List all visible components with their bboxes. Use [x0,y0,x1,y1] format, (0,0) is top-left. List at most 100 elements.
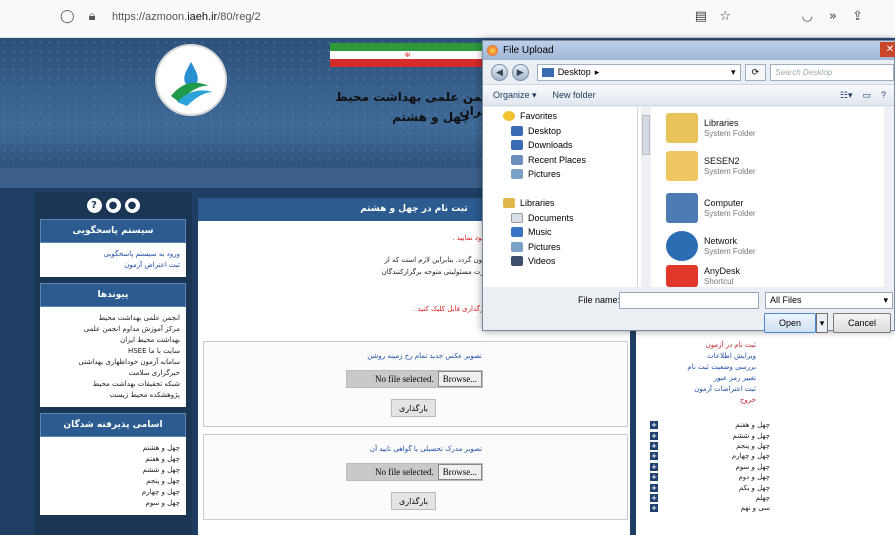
help-circle-icon[interactable]: ? [86,198,102,213]
list-item[interactable]: چهل و پنجم + [650,441,770,451]
scroll-thumb[interactable] [642,115,650,155]
address-dropdown-icon[interactable]: ▾ [731,67,740,78]
upload-button[interactable]: بارگذاری [391,492,436,510]
user-menu-item[interactable]: ویرایش اطلاعات [636,351,756,362]
plus-icon[interactable]: + [650,421,658,430]
nav-scrollbar[interactable] [641,107,651,287]
sidebar-link[interactable]: چهل و هشتم [42,443,180,454]
nav-item[interactable]: Libraries [483,196,637,211]
nav-item[interactable]: Desktop [483,124,637,139]
list-item[interactable]: چهل و چهارم + [650,451,770,461]
file-item[interactable]: Computer System Folder [666,193,756,223]
plus-icon[interactable]: + [650,462,658,471]
sidebar-link[interactable]: خبرگزاری سلامت [42,368,180,379]
libraries-icon [503,198,515,209]
user-menu-item[interactable]: بررسی وضعیت ثبت نام [636,362,756,373]
forward-arrow-icon[interactable]: ▶ [511,63,529,81]
file-input[interactable]: No file selected. Browse... [346,370,483,388]
address-bar[interactable]: https://azmoon.iaeh.ir/80/reg/2 [112,11,261,23]
sidebar-link[interactable]: ورود به سیستم پاسخگویی [42,249,180,260]
plus-icon[interactable]: + [650,493,658,502]
nav-item[interactable]: Music [483,225,637,240]
dialog-titlebar[interactable]: File Upload ✕ [483,41,895,60]
file-item[interactable]: Network System Folder [666,231,756,261]
cancel-button[interactable]: Cancel [833,313,891,333]
list-item[interactable]: چهل و یکم + [650,482,770,492]
nav-item[interactable]: Pictures [483,167,637,182]
close-icon[interactable]: ✕ [880,42,895,57]
list-item[interactable]: چهل و ششم + [650,430,770,440]
list-item[interactable]: چهل و دوم + [650,472,770,482]
file-name-input[interactable] [619,292,759,309]
refresh-icon[interactable]: ⟳ [744,63,767,81]
sidebar-link[interactable]: ثبت اعتراض آزمون [42,260,180,271]
list-item[interactable]: سی و نهم + [650,503,770,513]
reader-view-icon[interactable]: ▤ [695,9,707,24]
files-scrollbar[interactable] [884,107,894,287]
file-input[interactable]: No file selected. Browse... [346,463,483,481]
sidebar-link[interactable]: چهل و ششم [42,465,180,476]
stop-circle-icon[interactable]: ● [105,198,121,213]
sidebar-link[interactable]: سایت با ما HSEE [42,346,180,357]
sidebar-link[interactable]: سامانه آزمون خوداظهاری بهداشتی [42,357,181,368]
file-item[interactable]: Libraries System Folder [666,113,756,143]
back-arrow-icon[interactable]: ◀ [491,63,508,81]
nav-item[interactable]: Videos [483,254,637,269]
sidebar-link[interactable]: پژوهشکده محیط زیست [42,390,180,401]
share-icon[interactable]: ⇪ [852,9,863,24]
nav-item[interactable]: Recent Places [483,153,637,168]
tracking-shield-icon[interactable]: ◯ [60,9,75,24]
sidebar-link[interactable]: چهل و هفتم [42,454,180,465]
file-type-select[interactable]: All Files ▾ [765,292,893,309]
dialog-footer: File name: All Files ▾ Open ▾ Cancel [483,289,894,333]
open-options-icon[interactable]: ▾ [816,313,828,333]
plus-icon[interactable]: + [650,483,658,492]
new-folder-button[interactable]: New folder [553,90,596,100]
preview-pane-icon[interactable]: ▭ [862,90,871,101]
user-menu-item[interactable]: خروج [636,395,756,406]
search-input[interactable]: Search Desktop [770,63,894,81]
nav-item[interactable]: Documents [483,211,637,226]
user-menu-item[interactable]: تغییر رمز عبور [636,373,756,384]
plus-icon[interactable]: + [650,431,658,440]
sidebar-link[interactable]: مرکز آموزش مداوم انجمن علمی [42,324,180,335]
firefox-icon [487,45,498,56]
breadcrumb-chevron-icon[interactable]: ▸ [595,67,600,78]
bookmark-star-icon[interactable]: ☆ [719,9,731,24]
pocket-icon[interactable]: ◡ [802,9,813,24]
nav-label: Desktop [528,125,562,136]
sidebar-link[interactable]: چهل و سوم [42,498,180,509]
nav-item[interactable]: Pictures [483,240,637,255]
file-item[interactable]: AnyDesk Shortcut [666,265,740,287]
list-item[interactable]: چهل و هفتم + [650,420,770,430]
lock-icon[interactable]: 🔒︎ [89,9,96,24]
sidebar-link[interactable]: شبکه تحقیقات بهداشت محیط [42,379,180,390]
browse-button[interactable]: Browse... [437,464,482,480]
file-item[interactable]: SESEN2 System Folder [666,151,756,181]
user-menu-item[interactable]: ثبت نام در آزمون [636,340,756,351]
sidebar-link[interactable]: چهل و چهارم [42,487,180,498]
overflow-chevron-icon[interactable]: » [829,9,837,24]
upload-button[interactable]: بارگذاری [391,399,436,417]
nav-item[interactable]: Downloads [483,138,637,153]
sidebar-link[interactable]: بهداشت محیط ایران [42,335,180,346]
address-field[interactable]: Desktop ▸ ▾ [536,63,741,81]
list-item[interactable]: چهلم + [650,493,770,503]
plus-icon[interactable]: + [650,473,658,482]
view-options-icon[interactable]: ☷▾ [840,90,853,101]
plus-icon[interactable]: + [650,441,658,450]
site-logo[interactable] [155,44,227,116]
open-button[interactable]: Open [764,313,816,333]
plus-icon[interactable]: + [650,452,658,461]
home-circle-icon[interactable]: ● [124,198,140,213]
sidebar-link[interactable]: چهل و پنجم [42,476,180,487]
browse-button[interactable]: Browse... [437,371,482,387]
plus-icon[interactable]: + [650,504,658,513]
user-menu-item[interactable]: ثبت اعتراضات آزمون [636,384,756,395]
exam-label: چهل و دوم [738,473,770,482]
list-item[interactable]: چهل و سوم + [650,462,770,472]
organize-button[interactable]: Organize ▾ [493,90,537,101]
nav-item[interactable]: Favorites [483,109,637,124]
sidebar-link[interactable]: انجمن علمی بهداشت محیط [42,313,180,324]
help-icon[interactable]: ? [881,90,886,101]
